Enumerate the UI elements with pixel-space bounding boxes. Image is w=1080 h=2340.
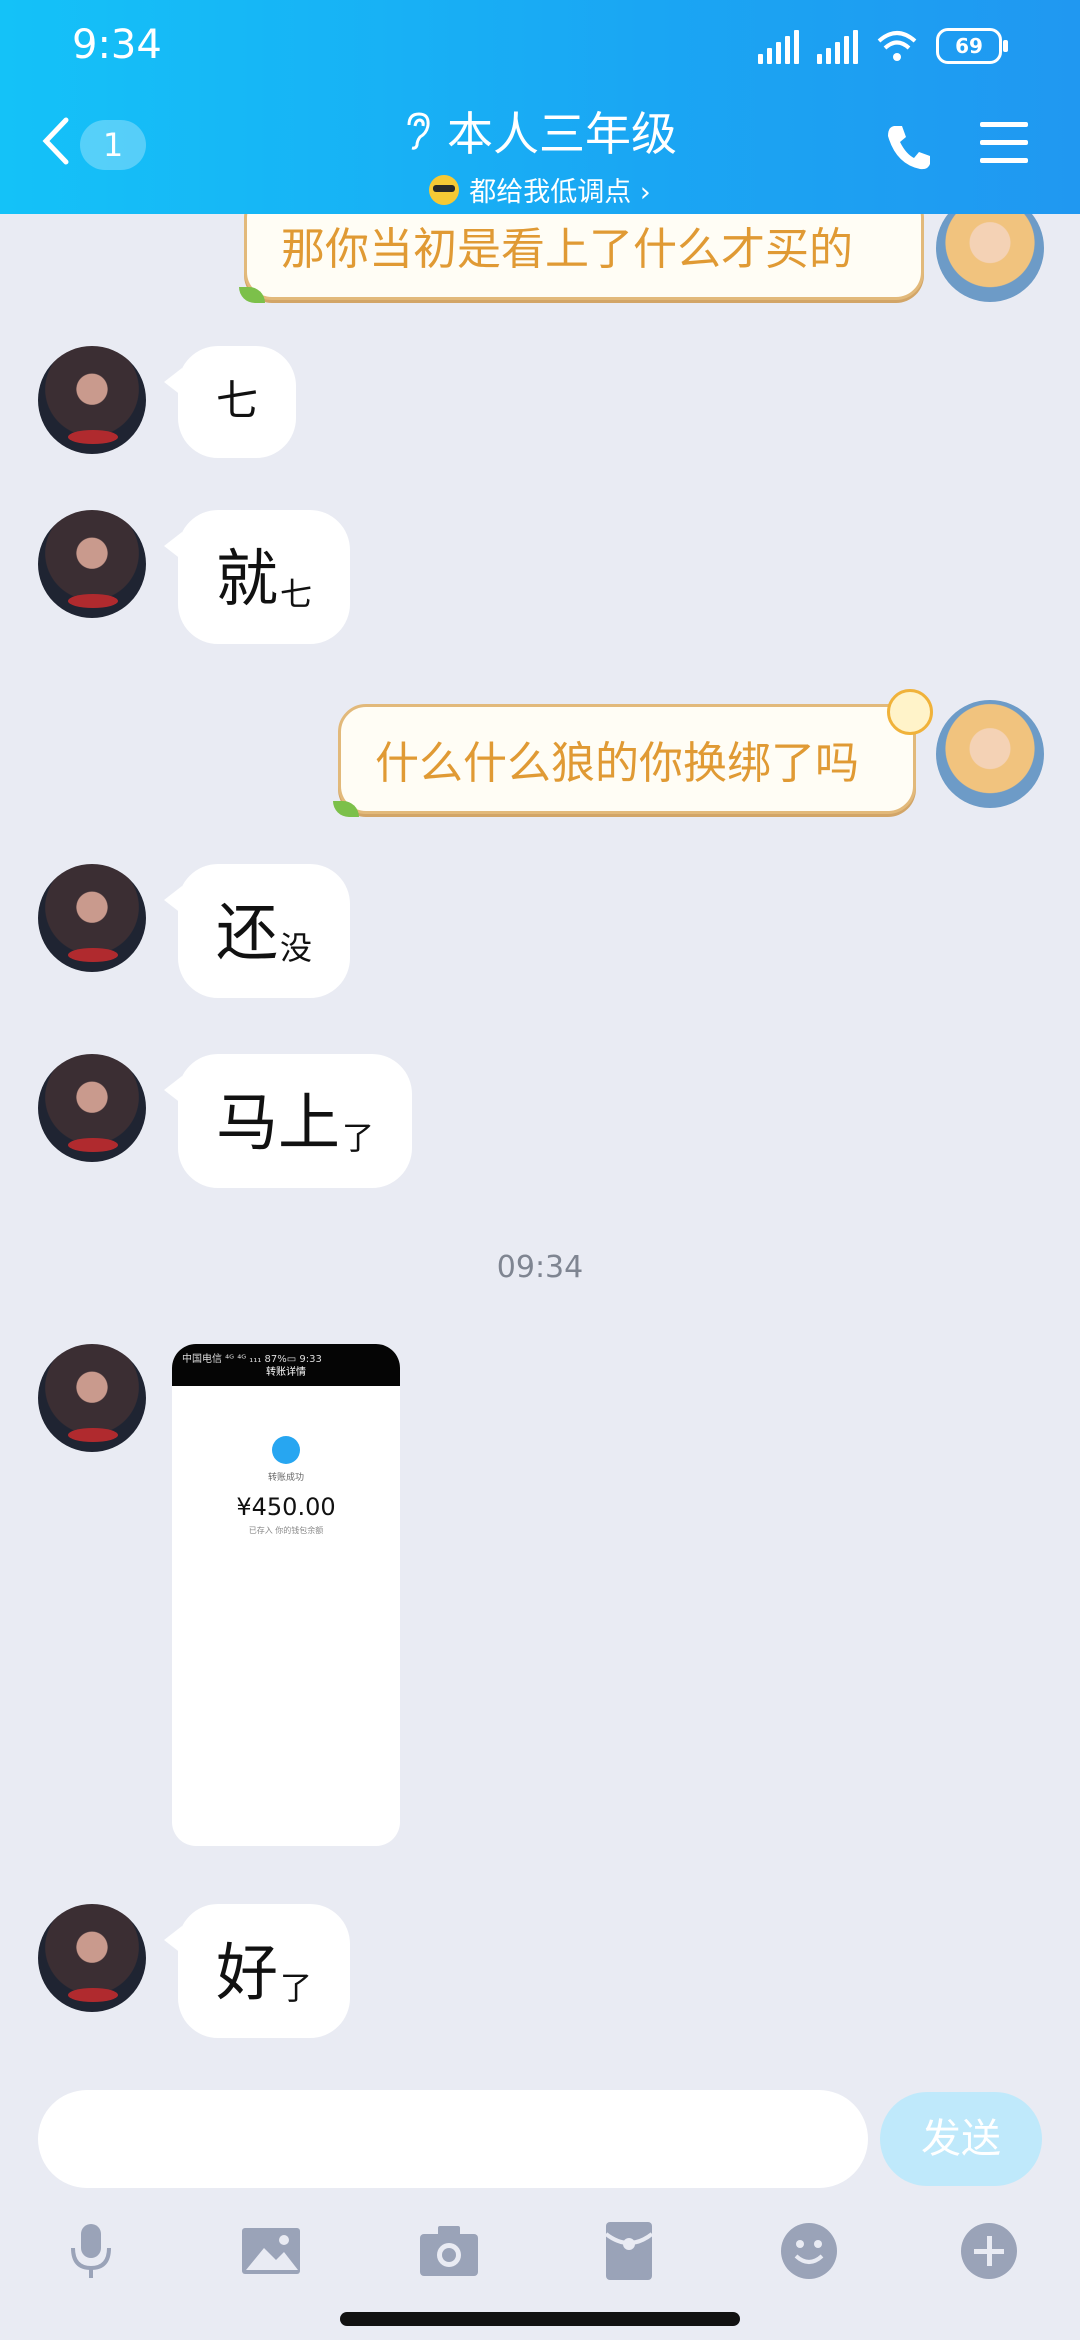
message-text-small: 七: [280, 575, 313, 613]
message-text: 那你当初是看上了什么才买的: [281, 224, 853, 275]
image-amount: ¥450.00: [236, 1493, 336, 1521]
message-text-large: 就: [216, 542, 279, 615]
status-time: 9:34: [72, 22, 162, 68]
image-status-bar: 中国电信 ⁴ᴳ ⁴ᴳ ₁₁₁ 87%▭ 9:33 转账详情: [172, 1344, 400, 1386]
signal-icon: [758, 28, 799, 64]
message-text-large: 马上: [216, 1086, 341, 1159]
message-bubble-outgoing[interactable]: 什么什么狼的你换绑了吗: [333, 689, 933, 817]
status-icons: 69: [758, 28, 1008, 64]
message-bubble-incoming[interactable]: 还 没: [163, 864, 351, 998]
image-title: 转账详情: [266, 1367, 306, 1378]
contact-avatar[interactable]: [38, 1344, 146, 1452]
my-avatar[interactable]: [936, 214, 1044, 302]
message-text-large: 好: [216, 1936, 279, 2009]
my-avatar[interactable]: [936, 700, 1044, 808]
contact-avatar[interactable]: [38, 1904, 146, 2012]
send-button[interactable]: 发送: [880, 2092, 1042, 2186]
contact-avatar[interactable]: [38, 864, 146, 972]
contact-avatar[interactable]: [38, 346, 146, 454]
message-bubble-incoming[interactable]: 好 了: [163, 1904, 351, 2038]
message-text-small: 了: [342, 1119, 375, 1157]
home-indicator[interactable]: [340, 2312, 740, 2326]
leaf-decoration: [239, 287, 265, 303]
image-message[interactable]: 中国电信 ⁴ᴳ ⁴ᴳ ₁₁₁ 87%▭ 9:33 转账详情 转账成功 ¥450.…: [172, 1344, 400, 1846]
menu-icon[interactable]: [980, 122, 1028, 176]
message-text: 什么什么狼的你换绑了吗: [375, 738, 859, 789]
message-text-small: 没: [280, 929, 313, 967]
sun-decoration: [887, 689, 933, 735]
message-bubble-outgoing[interactable]: 那你当初是看上了什么才买的: [239, 214, 924, 303]
message-bubble-incoming[interactable]: 马上 了: [163, 1054, 413, 1188]
ear-icon: [407, 112, 430, 150]
battery-icon: 69: [936, 28, 1008, 64]
message-input[interactable]: [38, 2090, 868, 2188]
input-toolbar: [0, 2220, 1080, 2300]
chat-header: 9:34 69 1 本人三年级 都给我低调点 ›: [0, 0, 1080, 214]
phone-icon[interactable]: [884, 122, 934, 172]
message-text: 七: [216, 376, 259, 425]
chat-area[interactable]: 那你当初是看上了什么才买的 七 就 七 什么什么狼的你换绑了吗 还 没 马上 了…: [0, 214, 1080, 2084]
red-packet-icon[interactable]: [598, 2220, 660, 2282]
contact-avatar[interactable]: [38, 1054, 146, 1162]
image-icon[interactable]: [240, 2220, 302, 2282]
message-bubble-incoming[interactable]: 七: [163, 346, 297, 458]
leaf-decoration: [333, 801, 359, 817]
signal-icon-2: [817, 28, 858, 64]
emoji-icon[interactable]: [778, 2220, 840, 2282]
plus-icon[interactable]: [958, 2220, 1020, 2282]
qq-penguin-icon: [272, 1436, 300, 1464]
camera-icon[interactable]: [418, 2220, 480, 2282]
mic-icon[interactable]: [60, 2220, 122, 2282]
contact-status: 都给我低调点 ›: [469, 177, 651, 208]
message-timestamp: 09:34: [496, 1250, 584, 1285]
message-bubble-incoming[interactable]: 就 七: [163, 510, 351, 644]
contact-title-row: 本人三年级: [403, 98, 677, 164]
wifi-icon: [877, 31, 917, 61]
image-note: 已存入 你的钱包余额: [248, 1526, 324, 1535]
image-status-text: 中国电信 ⁴ᴳ ⁴ᴳ ₁₁₁ 87%▭ 9:33: [182, 1354, 322, 1365]
contact-status-row: 都给我低调点 ›: [429, 170, 651, 209]
image-caption: 转账成功: [267, 1473, 304, 1483]
cool-face-icon: [429, 174, 460, 205]
contact-avatar[interactable]: [38, 510, 146, 618]
contact-name: 本人三年级: [447, 107, 677, 161]
message-text-small: 了: [280, 1969, 313, 2007]
message-text-large: 还: [216, 896, 279, 969]
